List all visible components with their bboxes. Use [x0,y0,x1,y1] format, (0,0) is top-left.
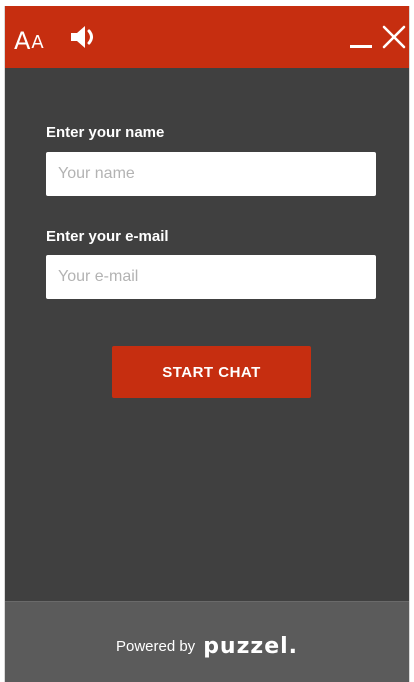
font-size-button[interactable]: A A [14,22,44,54]
powered-by-text: Powered by [115,638,196,655]
name-input[interactable] [46,152,376,196]
font-size-small-glyph: A [31,32,44,53]
brand-logo[interactable]: puzzel. [203,634,298,659]
chat-header: A A [5,6,409,68]
speaker-icon [71,26,93,48]
minimize-icon [350,45,372,48]
powered-by: Powered by puzzel. [5,634,409,659]
close-icon [382,25,406,49]
minimize-button[interactable] [349,26,373,50]
font-size-large-glyph: A [14,27,31,55]
chat-footer: Powered by puzzel. [5,601,409,682]
chat-widget: A A Enter your name Enter your e-mail ST… [4,6,410,682]
email-label: Enter your e-mail [46,228,169,245]
start-chat-button[interactable]: START CHAT [112,346,311,398]
email-input[interactable] [46,255,376,299]
name-label: Enter your name [46,124,165,141]
sound-toggle-button[interactable] [69,24,99,50]
close-button[interactable] [381,24,407,50]
